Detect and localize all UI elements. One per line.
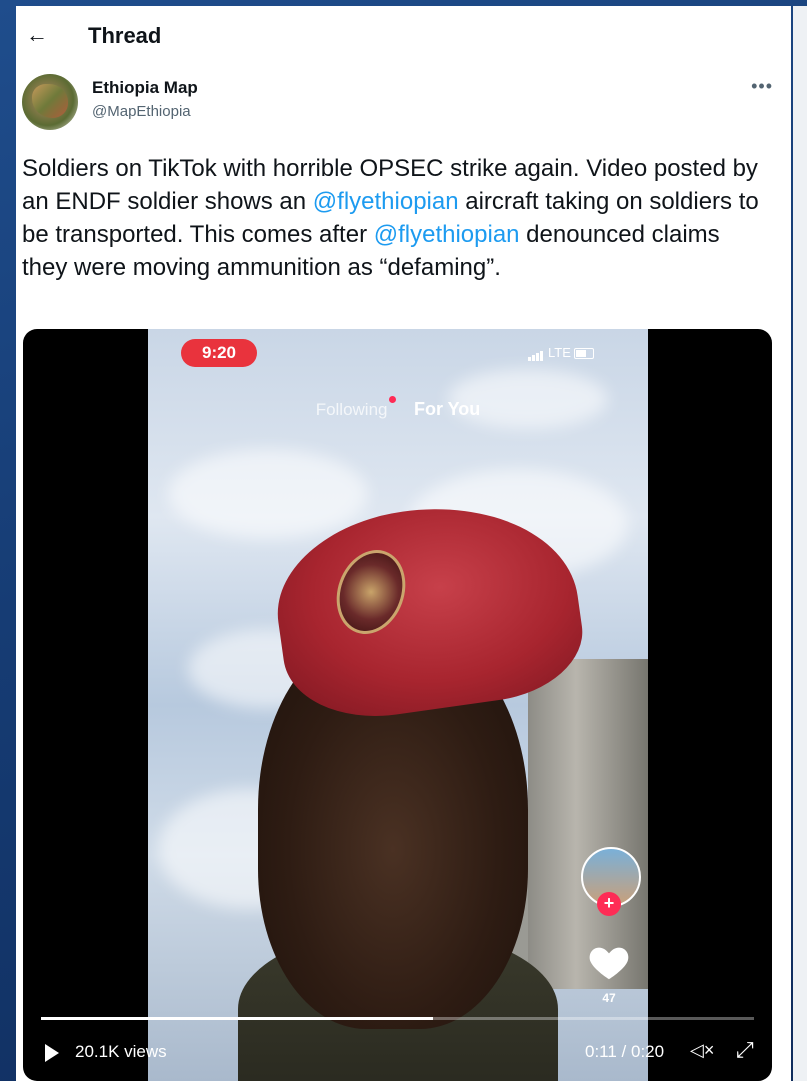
tab-following: Following (316, 396, 396, 419)
tiktok-tabs: Following For You (148, 396, 648, 420)
battery-icon (573, 348, 594, 360)
thread-header: ← Thread (16, 6, 791, 66)
right-panel-edge (793, 6, 807, 1081)
mention-link[interactable]: @flyethiopian (374, 221, 520, 248)
play-icon[interactable] (45, 1044, 59, 1062)
back-arrow-icon[interactable]: ← (26, 24, 48, 46)
fullscreen-icon[interactable]: ⤢ (736, 1037, 754, 1063)
view-count: 20.1K views (75, 1042, 167, 1061)
phone-status-bar: LTE (528, 345, 594, 362)
tab-for-you: For You (413, 399, 481, 419)
mention-link[interactable]: @flyethiopian (313, 188, 459, 215)
mute-icon[interactable]: ◁× (690, 1040, 714, 1061)
network-label: LTE (548, 345, 571, 360)
phone-time: 9:20 (181, 339, 257, 367)
thread-card: ← Thread Ethiopia Map @MapEthiopia ••• S… (16, 6, 791, 1081)
video-player[interactable]: 9:20 LTE Following For You + 47 20.1K vi… (23, 329, 772, 1081)
author-handle[interactable]: @MapEthiopia (92, 103, 191, 120)
page-title: Thread (88, 23, 162, 48)
tweet-text: Soldiers on TikTok with horrible OPSEC s… (22, 152, 767, 284)
video-progress-bar[interactable] (41, 1017, 754, 1020)
video-frame: 9:20 LTE Following For You + 47 (148, 329, 648, 1081)
more-options-icon[interactable]: ••• (751, 76, 773, 97)
video-progress-fill (41, 1017, 434, 1020)
follow-plus-icon: + (597, 892, 621, 916)
signal-icon (528, 346, 544, 362)
author-display-name[interactable]: Ethiopia Map (92, 78, 198, 98)
video-timecode: 0:11 / 0:20 (585, 1042, 665, 1061)
like-count: 47 (602, 991, 616, 1005)
author-avatar[interactable] (22, 74, 78, 130)
heart-icon (589, 947, 629, 980)
